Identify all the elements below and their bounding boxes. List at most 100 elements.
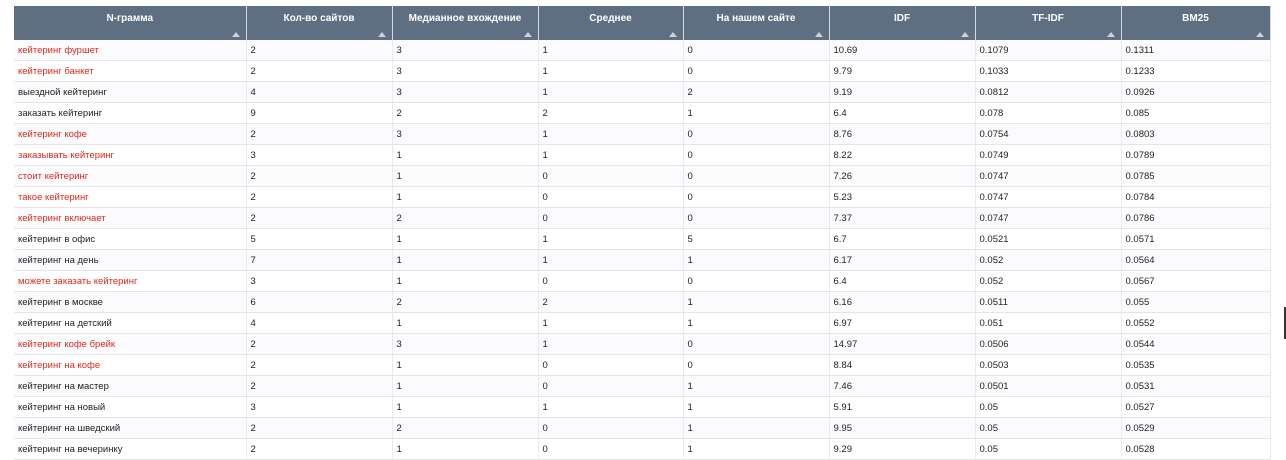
our-site-cell: 0 <box>683 144 830 166</box>
ngram-cell: кейтеринг на новый <box>14 396 247 418</box>
tfidf-cell: 0.1079 <box>975 40 1122 61</box>
column-header-tfidf[interactable]: TF-IDF <box>975 6 1122 40</box>
sort-arrow-icon[interactable] <box>668 32 677 37</box>
tfidf-cell: 0.0506 <box>975 333 1122 355</box>
table-row: кейтеринг кофе 2 3 1 0 8.76 0.0754 0.0803 <box>14 123 1271 145</box>
our-site-cell: 0 <box>683 270 830 292</box>
average-cell: 0 <box>538 270 684 292</box>
sort-arrow-icon[interactable] <box>814 32 823 37</box>
table-row: кейтеринг на мастер 2 1 0 1 7.46 0.0501 0.0531 <box>14 375 1271 397</box>
our-site-cell: 1 <box>683 417 830 439</box>
our-site-cell: 0 <box>683 207 830 229</box>
ngram-cell: выездной кейтеринг <box>14 81 247 103</box>
ngram-cell: кейтеринг кофе брейк <box>14 333 247 355</box>
average-cell: 1 <box>538 333 684 355</box>
ngram-cell: кейтеринг кофе <box>14 123 247 145</box>
site-count-cell: 2 <box>246 165 393 187</box>
idf-cell: 7.46 <box>829 375 976 397</box>
median-cell: 1 <box>392 228 539 250</box>
column-header-bm25[interactable]: BM25 <box>1121 6 1271 40</box>
idf-cell: 7.37 <box>829 207 976 229</box>
column-header-ngram[interactable]: N-грамма <box>14 6 247 40</box>
ngram-cell: кейтеринг включает <box>14 207 247 229</box>
tfidf-cell: 0.0747 <box>975 207 1122 229</box>
site-count-cell: 3 <box>246 396 393 418</box>
bm25-cell: 0.0552 <box>1121 312 1271 334</box>
tfidf-cell: 0.0747 <box>975 165 1122 187</box>
sort-arrow-icon[interactable] <box>1255 32 1264 37</box>
bm25-cell: 0.0789 <box>1121 144 1271 166</box>
column-header-median[interactable]: Медианное вхождение <box>392 6 539 40</box>
column-header-average[interactable]: Среднее <box>538 6 684 40</box>
tfidf-cell: 0.052 <box>975 270 1122 292</box>
table-row: кейтеринг на кофе 2 1 0 0 8.84 0.0503 0.0535 <box>14 354 1271 376</box>
median-cell: 1 <box>392 186 539 208</box>
ngram-cell: кейтеринг в офис <box>14 228 247 250</box>
site-count-cell: 2 <box>246 207 393 229</box>
our-site-cell: 1 <box>683 375 830 397</box>
column-header-label: IDF <box>893 13 911 24</box>
tfidf-cell: 0.05 <box>975 417 1122 439</box>
bm25-cell: 0.0527 <box>1121 396 1271 418</box>
site-count-cell: 2 <box>246 186 393 208</box>
tfidf-cell: 0.05 <box>975 438 1122 460</box>
sort-arrow-icon[interactable] <box>231 32 240 37</box>
column-header-label: Среднее <box>589 13 632 24</box>
idf-cell: 9.19 <box>829 81 976 103</box>
site-count-cell: 4 <box>246 81 393 103</box>
idf-cell: 8.84 <box>829 354 976 376</box>
average-cell: 1 <box>538 228 684 250</box>
idf-cell: 6.4 <box>829 102 976 124</box>
bm25-cell: 0.1311 <box>1121 40 1271 61</box>
ngram-cell: кейтеринг банкет <box>14 60 247 82</box>
average-cell: 0 <box>538 438 684 460</box>
average-cell: 1 <box>538 81 684 103</box>
our-site-cell: 0 <box>683 60 830 82</box>
ngram-cell: кейтеринг в москве <box>14 291 247 313</box>
average-cell: 2 <box>538 102 684 124</box>
column-header-label: На нашем сайте <box>716 13 796 24</box>
average-cell: 0 <box>538 354 684 376</box>
average-cell: 0 <box>538 186 684 208</box>
sort-arrow-icon[interactable] <box>1106 32 1115 37</box>
column-header-site-count[interactable]: Кол-во сайтов <box>246 6 393 40</box>
median-cell: 1 <box>392 144 539 166</box>
column-header-label: Медианное вхождение <box>408 13 522 24</box>
column-header-idf[interactable]: IDF <box>829 6 976 40</box>
table-row: такое кейтеринг 2 1 0 0 5.23 0.0747 0.0784 <box>14 186 1271 208</box>
idf-cell: 5.91 <box>829 396 976 418</box>
our-site-cell: 1 <box>683 291 830 313</box>
table-row: кейтеринг на шведский 2 2 0 1 9.95 0.05 0.0529 <box>14 417 1271 439</box>
bm25-cell: 0.0926 <box>1121 81 1271 103</box>
idf-cell: 6.4 <box>829 270 976 292</box>
column-header-label: TF-IDF <box>1032 13 1064 24</box>
tfidf-cell: 0.0754 <box>975 123 1122 145</box>
average-cell: 0 <box>538 207 684 229</box>
tfidf-cell: 0.0749 <box>975 144 1122 166</box>
tfidf-cell: 0.0747 <box>975 186 1122 208</box>
sort-arrow-icon[interactable] <box>377 32 386 37</box>
our-site-cell: 0 <box>683 165 830 187</box>
column-header-our-site[interactable]: На нашем сайте <box>683 6 830 40</box>
column-header-label: N-грамма <box>106 13 154 24</box>
ngram-table: N-грамма Кол-во сайтов Медианное вхожден… <box>14 6 1271 460</box>
ngram-cell: кейтеринг на кофе <box>14 354 247 376</box>
average-cell: 1 <box>538 123 684 145</box>
average-cell: 1 <box>538 60 684 82</box>
bm25-cell: 0.1233 <box>1121 60 1271 82</box>
table-row: кейтеринг фуршет 2 3 1 0 10.69 0.1079 0.1311 <box>14 40 1271 61</box>
tfidf-cell: 0.0521 <box>975 228 1122 250</box>
site-count-cell: 5 <box>246 228 393 250</box>
sort-arrow-icon[interactable] <box>523 32 532 37</box>
table-row: кейтеринг в офис 5 1 1 5 6.7 0.0521 0.0571 <box>14 228 1271 250</box>
bm25-cell: 0.0786 <box>1121 207 1271 229</box>
site-count-cell: 2 <box>246 60 393 82</box>
bm25-cell: 0.0784 <box>1121 186 1271 208</box>
our-site-cell: 0 <box>683 354 830 376</box>
median-cell: 3 <box>392 81 539 103</box>
table-row: заказывать кейтеринг 3 1 1 0 8.22 0.0749 0.0789 <box>14 144 1271 166</box>
idf-cell: 10.69 <box>829 40 976 61</box>
sort-arrow-icon[interactable] <box>960 32 969 37</box>
tfidf-cell: 0.0812 <box>975 81 1122 103</box>
table-row: кейтеринг на день 7 1 1 1 6.17 0.052 0.0564 <box>14 249 1271 271</box>
